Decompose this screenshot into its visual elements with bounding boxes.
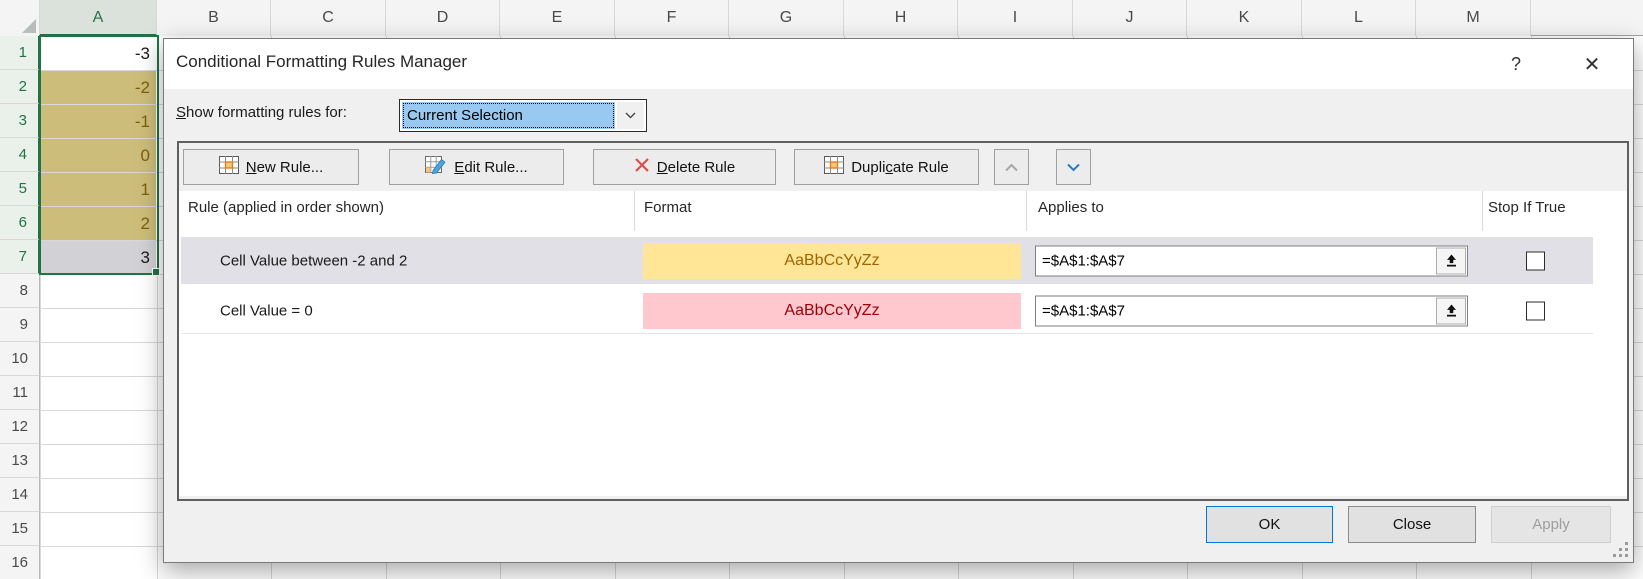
resize-grip-icon[interactable] — [1614, 543, 1628, 557]
delete-rule-button[interactable]: Delete Rule — [593, 149, 776, 185]
new-rule-button[interactable]: New Rule... — [183, 149, 359, 185]
delete-x-icon — [634, 157, 650, 177]
applies-to-field — [1035, 245, 1468, 276]
row-header-5[interactable]: 5 — [0, 172, 40, 206]
column-header-F[interactable]: F — [615, 0, 729, 36]
collapse-dialog-range-picker-button[interactable] — [1436, 247, 1466, 274]
row-header-15[interactable]: 15 — [0, 512, 40, 546]
col-header-applies-to: Applies to — [1038, 199, 1104, 216]
row-header-8[interactable]: 8 — [0, 274, 40, 308]
edit-rule-button[interactable]: Edit Rule... — [389, 149, 564, 185]
row-header-16[interactable]: 16 — [0, 546, 40, 579]
rules-list: Rule (applied in order shown) Format App… — [179, 191, 1627, 496]
row-header-9[interactable]: 9 — [0, 308, 40, 342]
row-header-12[interactable]: 12 — [0, 410, 40, 444]
cf-rules-manager-dialog: Conditional Formatting Rules Manager ? ✕… — [163, 38, 1634, 563]
column-header-D[interactable]: D — [386, 0, 500, 36]
fill-handle[interactable] — [152, 268, 160, 276]
table-grid-icon — [824, 156, 844, 178]
new-rule-label: New Rule... — [246, 159, 324, 176]
applies-to-field — [1035, 296, 1468, 327]
column-header-B[interactable]: B — [157, 0, 271, 36]
close-button[interactable]: Close — [1348, 506, 1476, 543]
dialog-titlebar: Conditional Formatting Rules Manager ? ✕ — [164, 39, 1633, 89]
show-rules-label: Show formatting rules for: — [176, 104, 347, 121]
row-header-10[interactable]: 10 — [0, 342, 40, 376]
row-header-6[interactable]: 6 — [0, 206, 40, 240]
column-header-K[interactable]: K — [1187, 0, 1302, 36]
rule-description: Cell Value between -2 and 2 — [220, 252, 407, 269]
move-rule-down-button[interactable] — [1056, 149, 1091, 185]
applies-to-input[interactable] — [1036, 297, 1434, 326]
show-rules-dropdown[interactable]: Current Selection — [399, 99, 647, 132]
row-header-13[interactable]: 13 — [0, 444, 40, 478]
select-all-triangle-icon — [22, 19, 36, 33]
collapse-dialog-range-picker-button[interactable] — [1436, 298, 1466, 325]
delete-rule-label: Delete Rule — [657, 159, 735, 176]
stop-if-true-checkbox[interactable] — [1526, 251, 1545, 270]
row-header-3[interactable]: 3 — [0, 104, 40, 138]
column-header-J[interactable]: J — [1073, 0, 1187, 36]
cell-A3[interactable]: -1 — [41, 105, 156, 138]
row-header-1[interactable]: 1 — [0, 36, 40, 70]
move-rule-up-button[interactable] — [994, 149, 1029, 185]
cell-A6[interactable]: 2 — [41, 207, 156, 240]
select-all-corner[interactable] — [0, 0, 40, 36]
cell-A7[interactable]: 3 — [41, 241, 156, 274]
chevron-down-icon[interactable] — [617, 102, 644, 129]
col-header-format: Format — [644, 199, 692, 216]
collapse-arrow-icon — [1444, 253, 1459, 268]
stop-if-true-checkbox[interactable] — [1526, 302, 1545, 321]
cell-A4[interactable]: 0 — [41, 139, 156, 172]
duplicate-rule-label: Duplicate Rule — [851, 159, 949, 176]
duplicate-rule-button[interactable]: Duplicate Rule — [794, 149, 979, 185]
row-header-14[interactable]: 14 — [0, 478, 40, 512]
chevron-down-icon — [1066, 159, 1081, 176]
column-header-G[interactable]: G — [729, 0, 844, 36]
dialog-close-button[interactable]: ✕ — [1576, 49, 1608, 79]
column-header-C[interactable]: C — [271, 0, 386, 36]
table-grid-icon — [219, 156, 239, 178]
column-header-E[interactable]: E — [500, 0, 615, 36]
col-header-stop-if-true: Stop If True — [1488, 199, 1566, 216]
column-header-M[interactable]: M — [1416, 0, 1531, 36]
chevron-up-icon — [1004, 159, 1019, 176]
row-header-2[interactable]: 2 — [0, 70, 40, 104]
rule-row[interactable]: Cell Value between -2 and 2 AaBbCcYyZz — [181, 237, 1593, 284]
column-header-L[interactable]: L — [1302, 0, 1416, 36]
applies-to-input[interactable] — [1036, 246, 1434, 275]
table-pencil-icon — [425, 156, 447, 178]
collapse-arrow-icon — [1444, 304, 1459, 319]
row-header-4[interactable]: 4 — [0, 138, 40, 172]
format-preview: AaBbCcYyZz — [643, 293, 1021, 329]
row-header-11[interactable]: 11 — [0, 376, 40, 410]
cell-A5[interactable]: 1 — [41, 173, 156, 206]
ok-button[interactable]: OK — [1206, 506, 1333, 543]
row-header-7[interactable]: 7 — [0, 240, 40, 274]
edit-rule-label: Edit Rule... — [454, 159, 527, 176]
cell-A2[interactable]: -2 — [41, 71, 156, 104]
dialog-title: Conditional Formatting Rules Manager — [176, 52, 467, 72]
format-preview: AaBbCcYyZz — [643, 243, 1021, 279]
column-header-A[interactable]: A — [40, 0, 157, 36]
dropdown-selected-value: Current Selection — [402, 102, 615, 129]
col-header-rule: Rule (applied in order shown) — [188, 199, 384, 216]
cell-A1[interactable]: -3 — [41, 37, 156, 70]
column-header-H[interactable]: H — [844, 0, 958, 36]
help-button[interactable]: ? — [1500, 49, 1532, 79]
rule-row[interactable]: Cell Value = 0 AaBbCcYyZz — [181, 289, 1593, 333]
column-header-I[interactable]: I — [958, 0, 1073, 36]
apply-button[interactable]: Apply — [1491, 506, 1611, 543]
rule-description: Cell Value = 0 — [220, 303, 313, 320]
